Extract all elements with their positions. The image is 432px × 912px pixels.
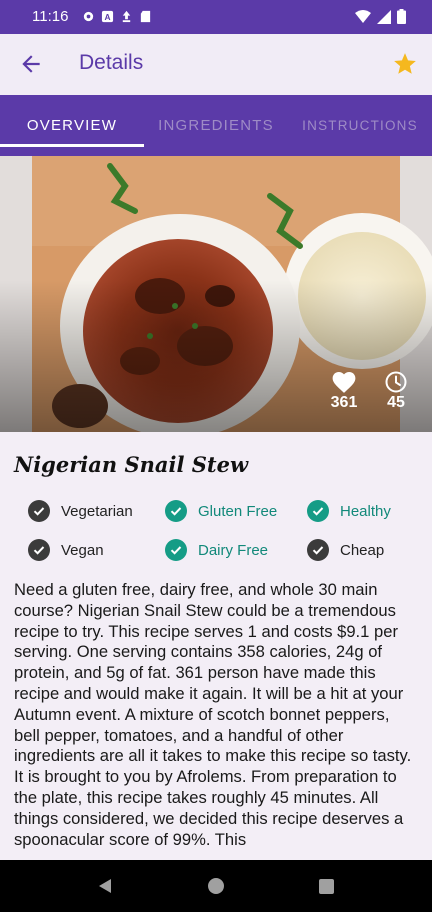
- tag-label: Vegetarian: [61, 502, 133, 520]
- check-icon: [307, 500, 329, 522]
- time-stat: 45: [380, 370, 412, 412]
- system-nav-bar: [0, 860, 432, 912]
- time-count: 45: [387, 394, 405, 411]
- arrow-left-icon[interactable]: [18, 51, 44, 77]
- tag-dairy-free: Dairy Free: [165, 539, 268, 561]
- check-icon: [28, 539, 50, 561]
- tag-label: Cheap: [340, 541, 385, 559]
- status-icons-left: A: [82, 10, 152, 23]
- sd-card-icon: [140, 10, 151, 23]
- download-icon: [122, 10, 131, 23]
- tab-indicator: [0, 144, 144, 147]
- app-bar: Details: [0, 34, 432, 95]
- tag-gluten-free: Gluten Free: [165, 500, 277, 522]
- tag-label: Healthy: [340, 502, 391, 520]
- recipe-summary: Need a gluten free, dairy free, and whol…: [14, 580, 412, 849]
- tag-label: Vegan: [61, 541, 104, 559]
- recipe-title: Nigerian Snail Stew: [14, 452, 249, 477]
- recipe-photo: [0, 156, 432, 432]
- tab-ingredients[interactable]: INGREDIENTS: [144, 95, 288, 156]
- recipe-image: [0, 156, 432, 432]
- status-time: 11:16: [32, 8, 69, 25]
- check-icon: [307, 539, 329, 561]
- tab-instructions[interactable]: INSTRUCTIONS: [288, 95, 432, 156]
- a-icon: A: [101, 10, 114, 22]
- tag-vegetarian: Vegetarian: [28, 500, 133, 522]
- tag-cheap: Cheap: [307, 539, 384, 561]
- nav-recents-icon[interactable]: [319, 879, 334, 894]
- check-icon: [165, 500, 187, 522]
- nav-back-icon[interactable]: [97, 878, 113, 894]
- likes-stat: 361: [326, 370, 362, 412]
- status-icons-right: [355, 9, 406, 24]
- check-icon: [165, 539, 187, 561]
- battery-icon: [397, 9, 406, 24]
- nav-home-icon[interactable]: [208, 878, 224, 894]
- heart-icon: [332, 372, 356, 393]
- tag-label: Dairy Free: [198, 541, 269, 559]
- gear-icon: [83, 11, 94, 22]
- clock-icon: [385, 371, 407, 393]
- wifi-icon: [355, 9, 371, 23]
- tag-healthy: Healthy: [307, 500, 391, 522]
- signal-icon: [377, 9, 391, 24]
- likes-count: 361: [330, 394, 358, 411]
- status-bar: 11:16 A: [0, 0, 432, 34]
- star-icon[interactable]: [392, 51, 418, 77]
- tag-label: Gluten Free: [198, 502, 278, 520]
- page-title: Details: [79, 51, 144, 74]
- check-icon: [28, 500, 50, 522]
- tag-vegan: Vegan: [28, 539, 104, 561]
- svg-text:A: A: [104, 12, 110, 22]
